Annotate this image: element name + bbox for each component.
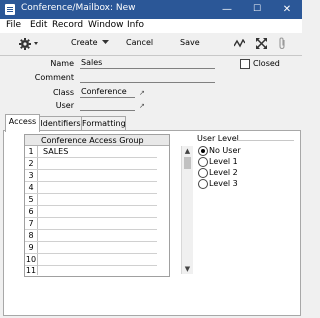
table-row[interactable]: 9 (25, 242, 157, 254)
expand-icon[interactable] (256, 38, 267, 49)
paperclip-icon[interactable] (278, 37, 287, 50)
radio-level-1-label: Level 1 (209, 157, 238, 166)
create-label: Create (71, 38, 98, 47)
class-label: Class (52, 88, 74, 97)
table-row[interactable]: 2 (25, 158, 157, 170)
radio-level-2[interactable] (198, 168, 208, 178)
activity-icon[interactable] (234, 39, 245, 48)
row-number: 4 (25, 182, 38, 193)
table-row[interactable]: 7 (25, 218, 157, 230)
menu-edit[interactable]: Edit (30, 20, 47, 30)
menu-bar: File Edit Record Window Info (0, 19, 302, 33)
cancel-button[interactable]: Cancel (126, 38, 153, 47)
row-number: 9 (25, 242, 38, 253)
menu-info[interactable]: Info (127, 20, 144, 30)
table-row[interactable]: 6 (25, 206, 157, 218)
comment-label: Comment (34, 73, 74, 82)
comment-field[interactable] (80, 72, 215, 83)
table-row[interactable]: 11 (25, 265, 157, 275)
row-number: 2 (25, 158, 38, 169)
name-field[interactable]: Sales (80, 58, 215, 69)
row-number: 10 (25, 254, 38, 265)
title-bar: Conference/Mailbox: New — ☐ ✕ (0, 0, 302, 19)
table-row[interactable]: 4 (25, 182, 157, 194)
gear-icon (19, 38, 38, 50)
radio-no-user-label: No User (209, 146, 241, 155)
tab-access[interactable]: Access (5, 114, 40, 132)
radio-level-3[interactable] (198, 179, 208, 189)
minimize-button[interactable]: — (212, 0, 242, 19)
close-button[interactable]: ✕ (272, 0, 302, 19)
scroll-thumb[interactable] (184, 157, 191, 169)
class-field[interactable]: Conference (80, 87, 135, 98)
tab-formatting[interactable]: Formatting (81, 116, 126, 131)
menu-file[interactable]: File (6, 20, 21, 30)
settings-menu-button[interactable] (18, 37, 42, 51)
radio-level-1[interactable] (198, 157, 208, 167)
save-button[interactable]: Save (180, 38, 200, 47)
row-value[interactable]: SALES (43, 146, 68, 157)
row-number: 8 (25, 230, 38, 241)
menu-window[interactable]: Window (88, 20, 124, 30)
app-icon (5, 4, 15, 15)
table-row[interactable]: 3 (25, 170, 157, 182)
closed-label: Closed (253, 59, 280, 68)
scroll-up-icon[interactable]: ▲ (182, 146, 193, 156)
row-number: 3 (25, 170, 38, 181)
user-lookup-icon[interactable]: ↗ (139, 103, 146, 110)
closed-checkbox[interactable] (240, 59, 250, 69)
toolbar: Create Cancel Save (0, 33, 302, 56)
row-number: 5 (25, 194, 38, 205)
row-number: 1 (25, 146, 38, 157)
user-label: User (55, 101, 74, 110)
row-number: 11 (25, 265, 38, 275)
menu-record[interactable]: Record (52, 20, 83, 30)
name-label: Name (50, 59, 74, 68)
create-button[interactable]: Create (71, 38, 110, 47)
radio-no-user[interactable] (198, 146, 208, 156)
user-field[interactable] (80, 100, 135, 111)
tab-identifiers[interactable]: Identifiers (39, 116, 82, 131)
table-scrollbar[interactable]: ▲ ▼ (181, 146, 193, 274)
chevron-down-icon (102, 40, 110, 44)
user-level-title: User Level (197, 134, 239, 143)
table-header: Conference Access Group (25, 135, 169, 146)
scroll-down-icon[interactable]: ▼ (182, 264, 193, 274)
table-row[interactable]: 8 (25, 230, 157, 242)
column-header: Conference Access Group (41, 136, 144, 145)
class-lookup-icon[interactable]: ↗ (139, 90, 146, 97)
table-row[interactable]: 5 (25, 194, 157, 206)
radio-level-2-label: Level 2 (209, 168, 238, 177)
row-number: 7 (25, 218, 38, 229)
window-title: Conference/Mailbox: New (21, 3, 136, 13)
row-number: 6 (25, 206, 38, 217)
maximize-button[interactable]: ☐ (242, 0, 272, 19)
group-divider (236, 140, 294, 141)
radio-level-3-label: Level 3 (209, 179, 238, 188)
table-row[interactable]: 1 SALES (25, 146, 157, 158)
access-group-table: Conference Access Group 1 SALES 2 3 4 5 6… (24, 134, 193, 277)
